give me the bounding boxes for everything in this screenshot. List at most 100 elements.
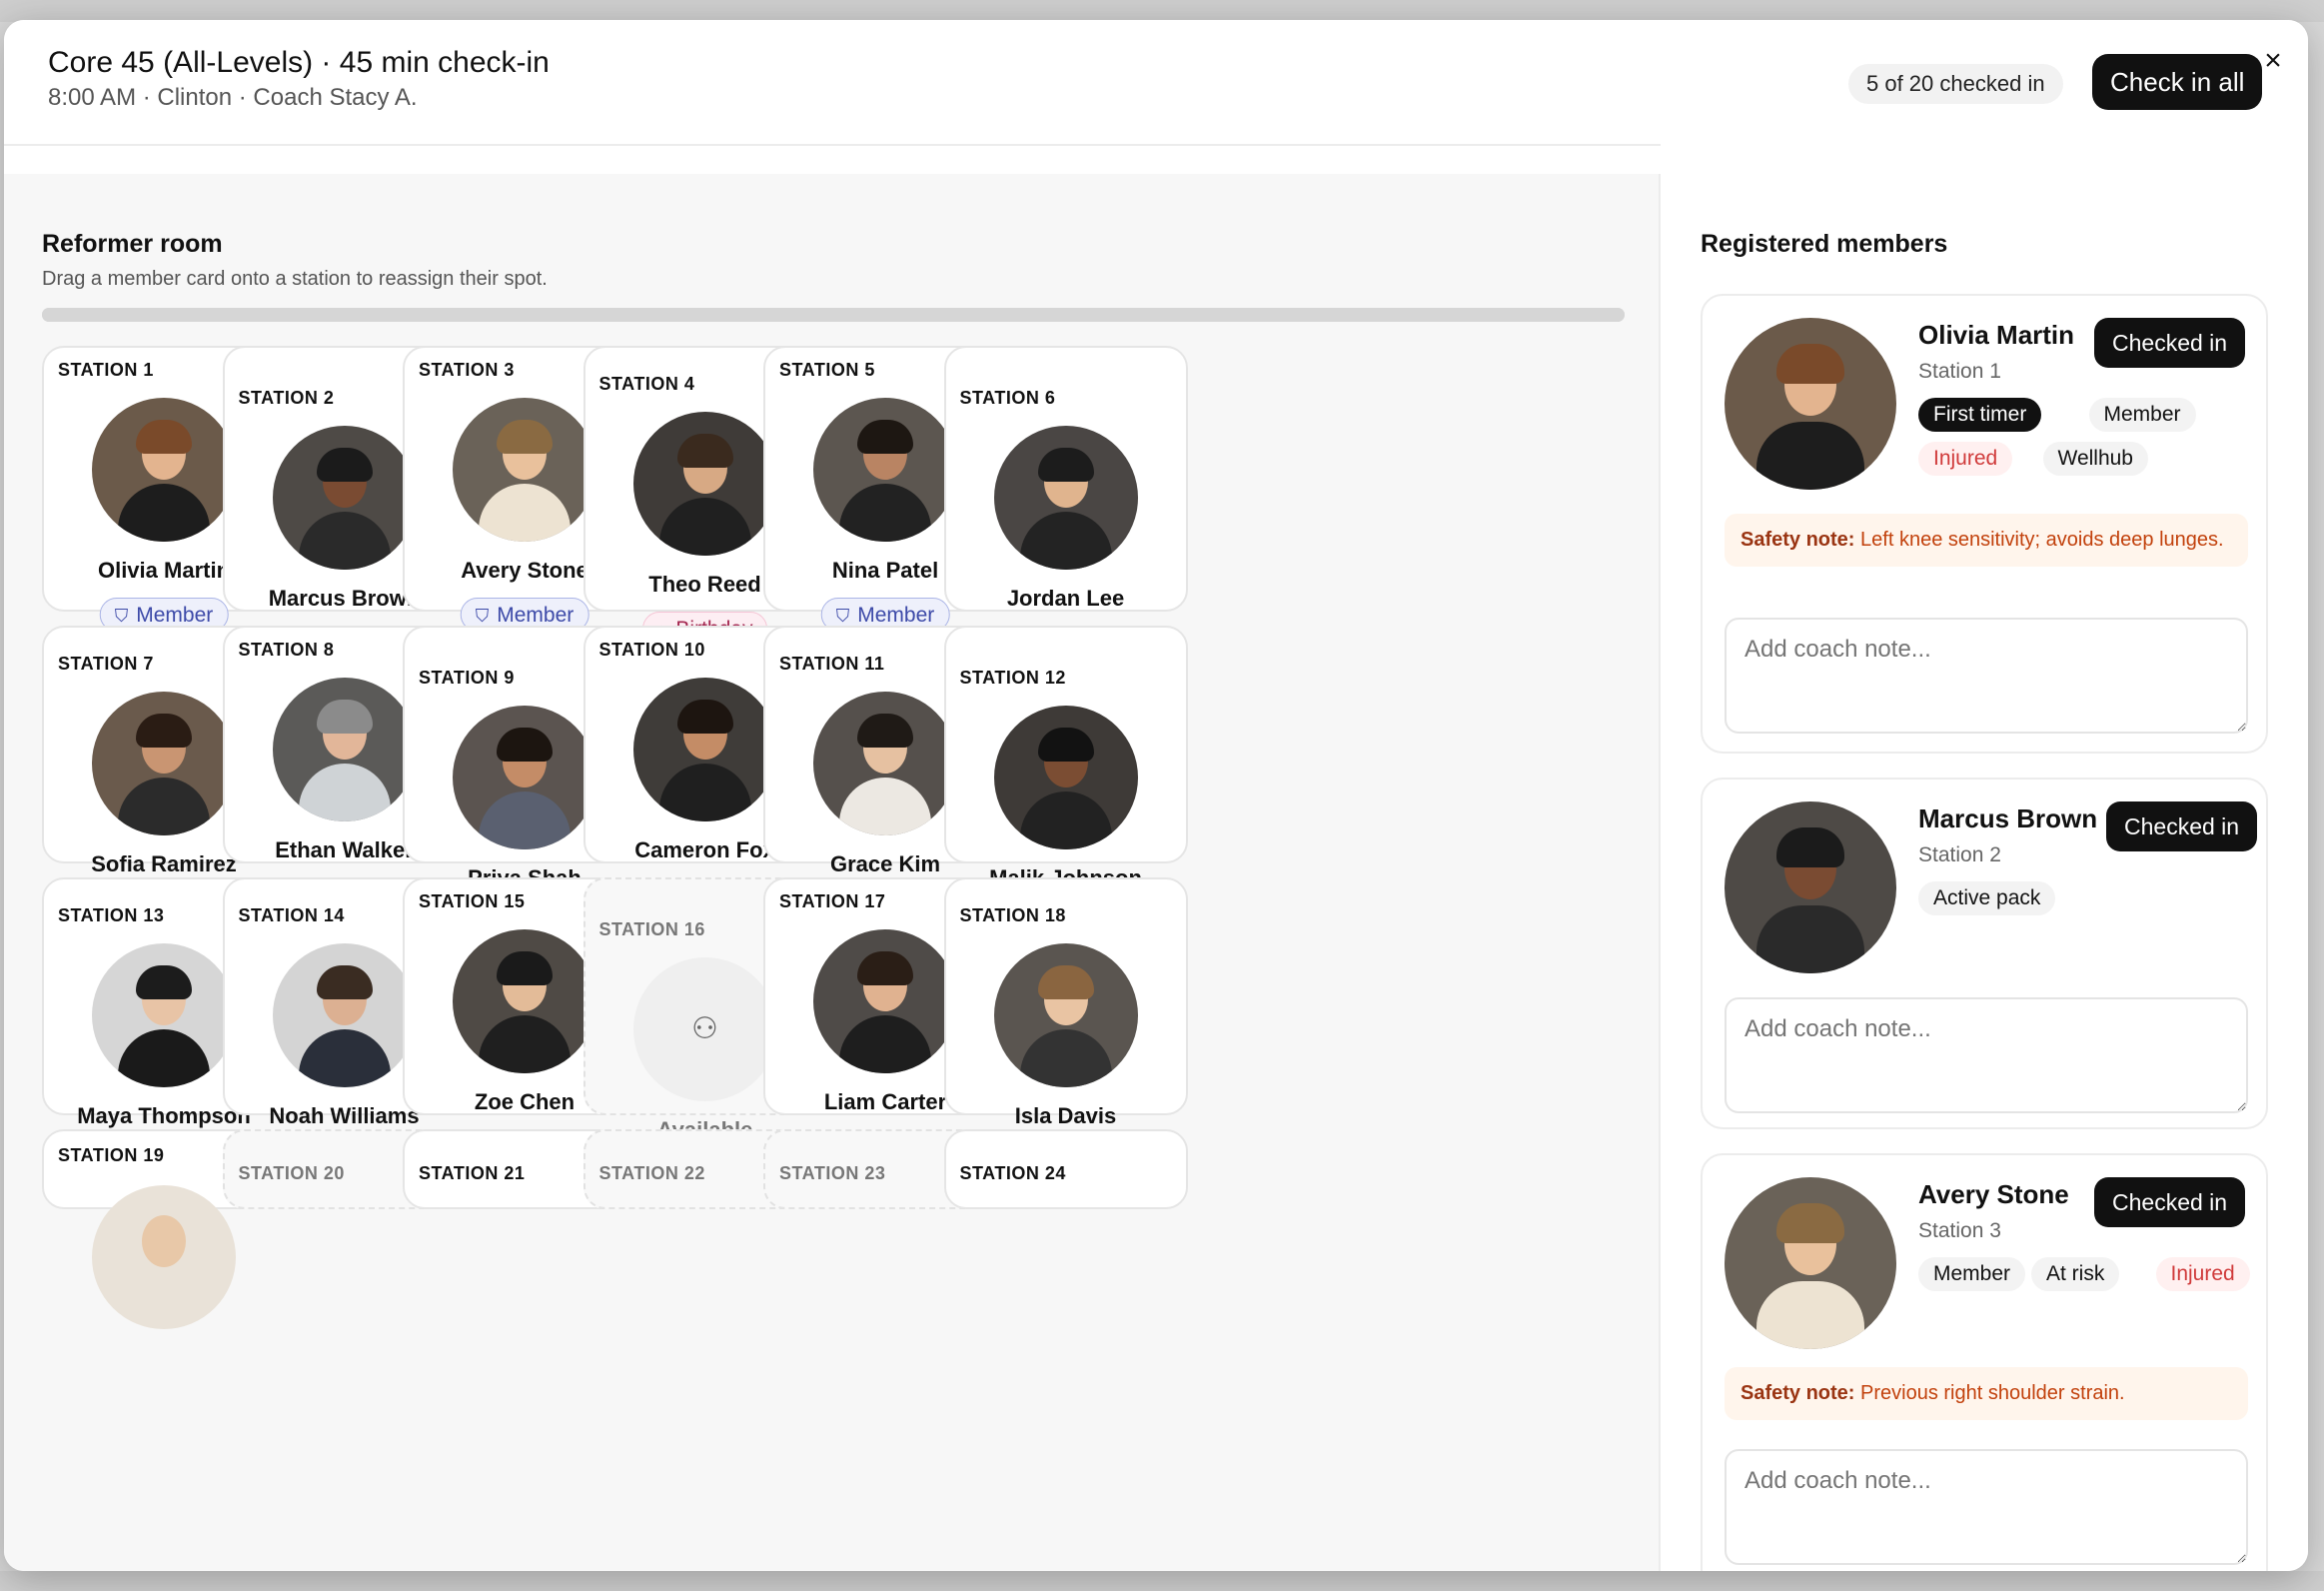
tag-label: Member (857, 604, 935, 627)
room-subtitle: Drag a member card onto a station to rea… (42, 268, 548, 290)
coach-note-input[interactable] (1725, 1449, 2248, 1565)
member-avatar (453, 398, 596, 542)
member-avatar (92, 692, 236, 835)
station-label: STATION 7 (58, 654, 154, 674)
member-avatar (993, 943, 1138, 1087)
station-label: STATION 1 (58, 360, 154, 380)
checkin-modal: Core 45 (All-Levels) · 45 min check-in 8… (4, 20, 2308, 1571)
registered-member-card: Marcus Brown Station 2 Checked in Active pa… (1701, 778, 2268, 1129)
checked-in-status-button[interactable]: Checked in (2106, 801, 2258, 851)
station-label: STATION 13 (58, 905, 165, 925)
station-label: STATION 24 (959, 1163, 1066, 1183)
tag-label: Member (136, 604, 214, 627)
coach-note-input[interactable] (1725, 997, 2248, 1113)
member-chip: Injured (2155, 1257, 2250, 1291)
checked-in-status-button[interactable]: Checked in (2094, 318, 2246, 368)
station-label: STATION 11 (779, 654, 885, 674)
member-name: Avery Stone (1918, 1179, 2069, 1209)
member-avatar (1725, 801, 1896, 973)
member-avatar (272, 426, 417, 570)
member-avatar (632, 678, 777, 821)
member-chip: At risk (2031, 1257, 2120, 1291)
shield-icon: ⛉ (114, 606, 129, 626)
member-name: Olivia Martin (1918, 320, 2075, 350)
station-label: STATION 3 (419, 360, 515, 380)
station-label: STATION 2 (238, 388, 335, 408)
member-station: Station 2 (1918, 843, 2001, 866)
registered-members-panel: Registered members Olivia Martin Station … (1661, 144, 2308, 1571)
shield-icon: ⛉ (835, 606, 850, 626)
station-label: STATION 17 (779, 891, 886, 911)
member-chip: Injured (1918, 442, 2013, 476)
member-avatar (92, 1185, 236, 1329)
station-card[interactable]: STATION 6Jordan Lee⚕Injured (943, 346, 1188, 660)
station-label: STATION 16 (598, 919, 705, 939)
safety-note-text: Previous right shoulder strain. (1854, 1382, 2125, 1404)
station-label: STATION 15 (419, 891, 526, 911)
station-label: STATION 20 (238, 1163, 345, 1183)
member-name: Isla Davis (1014, 1103, 1117, 1128)
registered-member-card: Avery Stone Station 3 Checked in Member At r… (1701, 1153, 2268, 1571)
safety-note: Safety note: Previous right shoulder str… (1725, 1367, 2248, 1420)
room-title: Reformer room (42, 230, 223, 258)
safety-note-label: Safety note: (1741, 1382, 1855, 1404)
member-avatar (813, 398, 957, 542)
station-card[interactable]: STATION 12Malik Johnson (943, 626, 1188, 890)
tag-label: Member (497, 604, 575, 627)
member-chip: Wellhub (2042, 442, 2148, 476)
registered-members-title: Registered members (1701, 230, 1948, 258)
member-name: Marcus Brown (1918, 803, 2098, 833)
checked-in-status-button[interactable]: Checked in (2094, 1177, 2246, 1227)
safety-note-label: Safety note: (1741, 529, 1855, 551)
member-avatar (272, 943, 417, 1087)
member-station: Station 1 (1918, 360, 2001, 383)
class-title: Core 45 (All-Levels) · 45 min check-in (48, 46, 550, 79)
member-avatar (1725, 1177, 1896, 1349)
station-label: STATION 19 (58, 1145, 165, 1165)
station-card[interactable]: STATION 24 (943, 1129, 1188, 1209)
station-map-panel: Reformer room Drag a member card onto a … (4, 174, 1661, 1571)
background-page-header (0, 0, 2324, 22)
member-avatar (632, 412, 777, 556)
member-name: Jordan Lee (1006, 586, 1125, 611)
member-avatar (272, 678, 417, 821)
background-page-footer (0, 1571, 2324, 1591)
member-avatar (92, 943, 236, 1087)
available-seat-icon: ⚇ (632, 957, 777, 1101)
station-label: STATION 14 (238, 905, 345, 925)
station-label: STATION 6 (959, 388, 1056, 408)
member-avatar (1725, 318, 1896, 490)
coach-note-input[interactable] (1725, 618, 2248, 734)
station-label: STATION 8 (238, 640, 335, 660)
member-chip: Member (2088, 398, 2196, 432)
station-label: STATION 12 (959, 668, 1066, 688)
member-avatar (993, 426, 1138, 570)
modal-header: Core 45 (All-Levels) · 45 min check-in 8… (4, 20, 2308, 146)
checked-in-count-badge: 5 of 20 checked in (1848, 64, 2063, 104)
class-subtitle: 8:00 AM · Clinton · Coach Stacy A. (48, 84, 418, 111)
member-chip: Active pack (1918, 881, 2056, 915)
member-chip: First timer (1918, 398, 2042, 432)
safety-note-text: Left knee sensitivity; avoids deep lunge… (1854, 529, 2224, 551)
member-station: Station 3 (1918, 1219, 2001, 1242)
station-card[interactable]: STATION 18Isla Davis☺Guest (943, 877, 1188, 1177)
station-label: STATION 9 (419, 668, 515, 688)
member-avatar (453, 706, 596, 849)
safety-note: Safety note: Left knee sensitivity; avoi… (1725, 514, 2248, 567)
member-avatar (813, 692, 957, 835)
member-avatar (453, 929, 596, 1073)
check-in-all-button[interactable]: Check in all (2092, 54, 2263, 110)
station-label: STATION 22 (598, 1163, 705, 1183)
station-label: STATION 23 (779, 1163, 886, 1183)
close-icon[interactable]: × (2258, 46, 2288, 76)
station-label: STATION 10 (598, 640, 705, 660)
member-avatar (813, 929, 957, 1073)
scroll-progress-bar[interactable] (42, 308, 1625, 322)
shield-icon: ⛉ (475, 606, 490, 626)
member-chip: Member (1918, 1257, 2026, 1291)
station-label: STATION 21 (419, 1163, 526, 1183)
station-label: STATION 18 (959, 905, 1066, 925)
registered-member-card: Olivia Martin Station 1 Checked in First ti… (1701, 294, 2268, 754)
member-avatar (92, 398, 236, 542)
member-avatar (993, 706, 1138, 849)
